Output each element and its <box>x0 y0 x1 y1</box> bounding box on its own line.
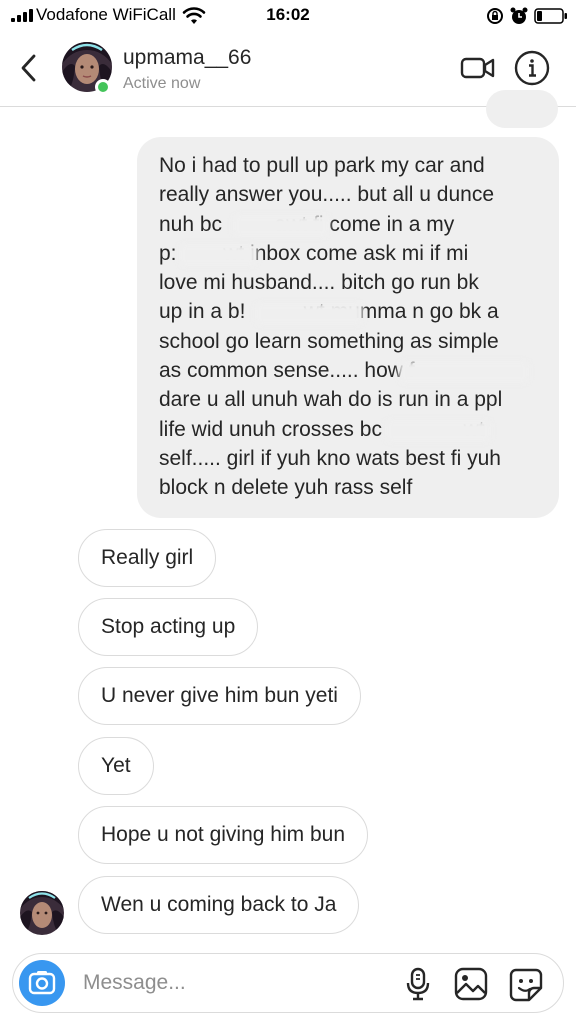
received-message-bubble[interactable]: Really girl <box>78 529 217 587</box>
redaction-mark <box>385 420 491 442</box>
avatar[interactable] <box>20 891 64 935</box>
alarm-icon <box>510 7 528 24</box>
status-bar: Vodafone WiFiCall 16:02 <box>0 0 576 32</box>
video-call-icon[interactable] <box>460 54 496 82</box>
rotation-lock-icon <box>487 8 503 24</box>
received-message-bubble[interactable]: U never give him bun yeti <box>78 667 361 725</box>
back-chevron-icon[interactable] <box>16 52 42 84</box>
received-message-bubble[interactable]: Yet <box>78 737 154 795</box>
sent-message-line: love mi husband.... bitch go run bk <box>159 271 479 295</box>
redaction-mark <box>399 361 529 383</box>
redaction-mark <box>255 303 363 325</box>
active-status-dot <box>95 79 111 95</box>
sent-message-text: No i had to pull up park my car and reall… <box>159 151 539 503</box>
previous-message-bubble <box>486 90 558 128</box>
sent-message-line: self..... girl if yuh kno wats best fi y… <box>159 446 501 470</box>
message-composer <box>12 953 564 1013</box>
redaction-mark <box>233 215 329 237</box>
active-status-label: Active now <box>123 75 201 92</box>
sent-message-line: block n delete yuh rass self <box>159 476 413 500</box>
sent-message-bubble[interactable]: No i had to pull up park my car and reall… <box>137 137 559 518</box>
chat-username[interactable]: upmama__66 <box>123 46 251 70</box>
sticker-icon[interactable] <box>508 967 544 1003</box>
message-input[interactable] <box>83 968 383 998</box>
sent-message-line: really answer you..... but all u dunce <box>159 183 495 207</box>
sent-message-line: nuh bc awt fi come in a my <box>159 212 455 236</box>
sent-message-line: school go learn something as simple <box>159 329 499 353</box>
received-message-bubble[interactable]: Hope u not giving him bun <box>78 806 368 864</box>
sent-message-line: No i had to pull up park my car and <box>159 154 485 177</box>
received-message-bubble[interactable]: Wen u coming back to Ja <box>78 876 360 934</box>
battery-icon <box>534 8 567 24</box>
gallery-icon[interactable] <box>454 967 488 1001</box>
microphone-icon[interactable] <box>405 967 431 1001</box>
redaction-mark <box>179 244 257 266</box>
sent-message-line: dare u all unuh wah do is run in a ppl <box>159 388 503 412</box>
info-icon[interactable] <box>514 50 550 86</box>
received-message-bubble[interactable]: Stop acting up <box>78 598 259 656</box>
camera-icon[interactable] <box>19 960 65 1006</box>
